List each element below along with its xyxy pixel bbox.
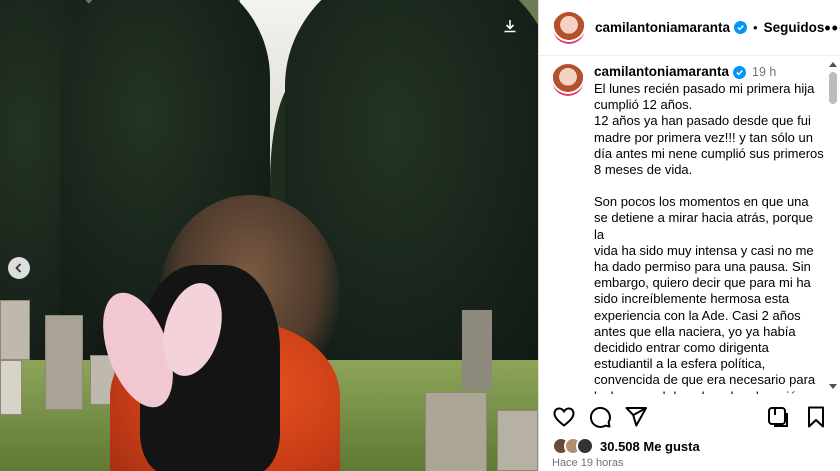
caption-line: vida ha sido muy intensa y casi no me	[594, 242, 814, 258]
caption-line: decidido entrar como dirigenta	[594, 340, 769, 356]
caption-line: día antes mi nene cumplió sus primeros	[594, 145, 824, 161]
photo-gravestone	[0, 360, 22, 415]
author-username[interactable]: camilantoniamaranta	[595, 20, 730, 35]
caption-body: camilantoniamaranta 19 h El lunes recién…	[594, 64, 824, 394]
caption-time[interactable]: 19 h	[752, 64, 776, 80]
caption-line: cumplió 12 años.	[594, 97, 693, 113]
caption-username[interactable]: camilantoniamaranta	[594, 64, 729, 80]
chevron-left-icon[interactable]	[8, 257, 30, 279]
caption-block: camilantoniamaranta 19 h El lunes recién…	[552, 64, 824, 394]
caption-line: 12 años ya han pasado desde que fui	[594, 113, 811, 129]
action-bar	[552, 405, 832, 433]
caption-gap	[594, 178, 824, 194]
verified-badge-icon	[734, 21, 748, 34]
liker-avatar	[576, 437, 594, 455]
verified-badge-icon	[733, 66, 747, 79]
more-options-icon[interactable]: •••	[824, 19, 840, 37]
heart-icon[interactable]	[552, 405, 576, 429]
caption-line: luchar por el derecho a la educación,	[594, 389, 824, 394]
repost-icon[interactable]	[766, 405, 790, 429]
caption-scrollbar[interactable]	[826, 56, 840, 396]
caption-text: El lunes recién pasado mi primera hija cu…	[594, 81, 824, 394]
caption-line: madre por primera vez!!! y tan sólo un	[594, 129, 813, 145]
photo-gravestone	[497, 410, 538, 471]
post-header: camilantoniamaranta • Seguidos •••	[539, 0, 840, 56]
caption-line: antes que ella naciera, yo ya había	[594, 323, 796, 339]
scrollbar-thumb[interactable]	[829, 72, 837, 104]
post-timestamp: Hace 19 horas	[552, 457, 624, 469]
caption-line: convencida de que era necesario para	[594, 372, 816, 388]
avatar[interactable]	[552, 64, 584, 96]
post-photo[interactable]	[0, 0, 538, 471]
avatar[interactable]	[553, 11, 585, 44]
caption-line: experiencia con la Ade. Casi 2 años	[594, 307, 801, 323]
likes-count[interactable]: 30.508 Me gusta	[600, 439, 700, 454]
download-icon[interactable]	[502, 18, 520, 36]
following-button[interactable]: Seguidos	[764, 20, 825, 35]
caption-header: camilantoniamaranta 19 h	[594, 64, 824, 81]
photo-gravestone	[462, 310, 492, 390]
send-icon[interactable]	[624, 405, 648, 429]
separator-dot: •	[753, 20, 758, 35]
photo-gravestone	[45, 315, 83, 410]
scroll-down-arrow[interactable]	[829, 384, 837, 389]
caption-line: estudiantil a la esfera política,	[594, 356, 766, 372]
likes-row[interactable]: 30.508 Me gusta	[552, 436, 700, 456]
caption-line: 8 meses de vida.	[594, 162, 693, 178]
comment-icon[interactable]	[588, 405, 612, 429]
photo-gravestone	[425, 392, 487, 471]
caption-line: El lunes recién pasado mi primera hija	[594, 81, 815, 96]
caption-line: se detiene a mirar hacia atrás, porque l…	[594, 210, 813, 242]
scroll-up-arrow[interactable]	[829, 62, 837, 67]
caption-line: Son pocos los momentos en que una	[594, 194, 809, 210]
caption-line: embargo, quiero decir que para mi ha	[594, 275, 811, 291]
photo-gravestone	[0, 300, 30, 360]
bookmark-icon[interactable]	[804, 405, 828, 429]
caption-line: sido increíblemente hermosa esta	[594, 291, 790, 307]
caption-line: ha dado permiso para una pausa. Sin	[594, 259, 811, 275]
